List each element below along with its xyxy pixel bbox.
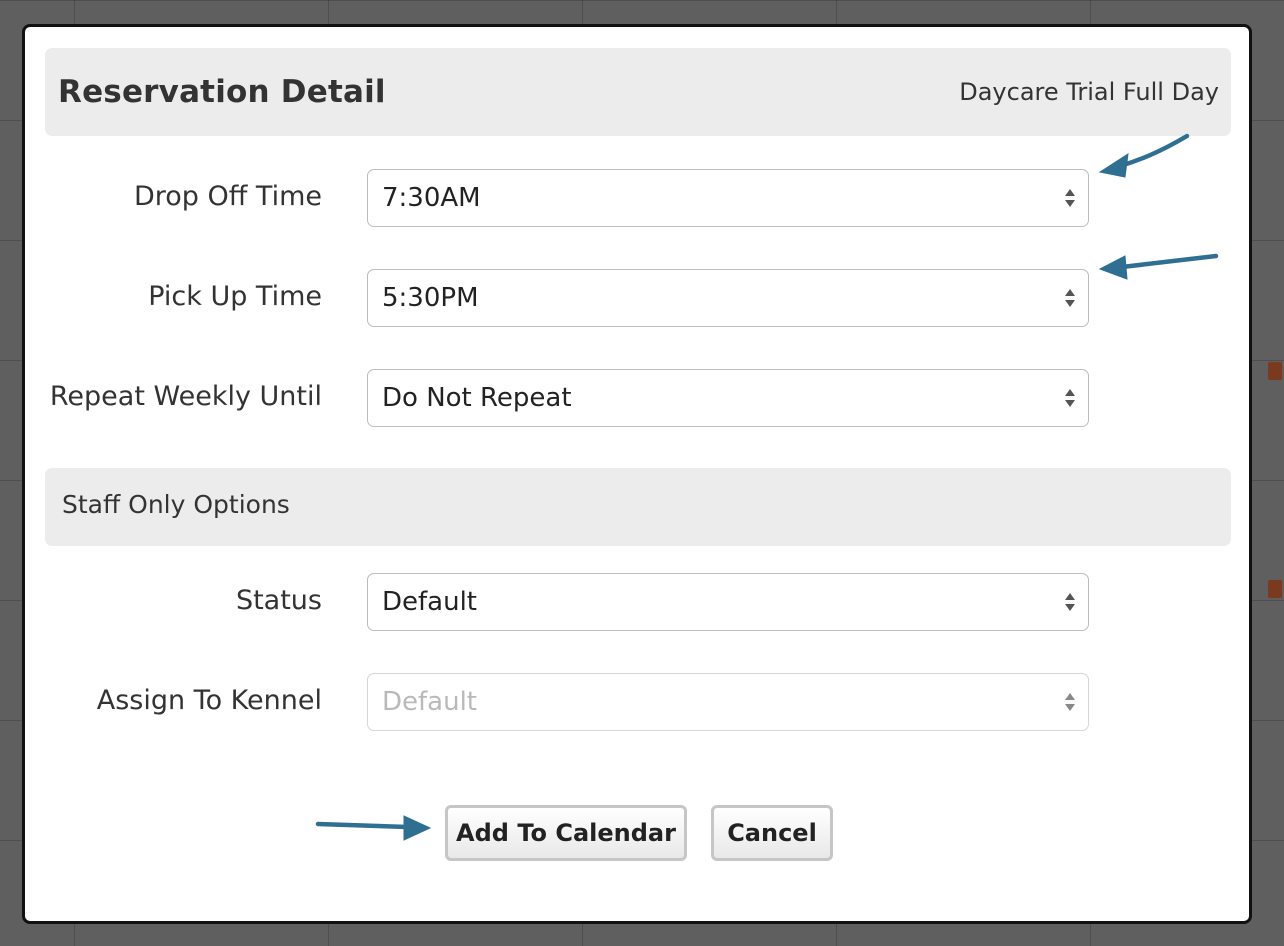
staff-options-title: Staff Only Options	[62, 490, 290, 519]
assign-kennel-value: Default	[382, 687, 477, 717]
repeat-weekly-label: Repeat Weekly Until	[49, 381, 322, 412]
updown-arrows-icon	[1065, 189, 1075, 207]
dialog-header: Reservation Detail Daycare Trial Full Da…	[45, 48, 1231, 136]
updown-arrows-icon	[1065, 289, 1075, 307]
pick-up-time-value: 5:30PM	[382, 283, 479, 313]
pick-up-time-label: Pick Up Time	[148, 281, 322, 312]
service-name: Daycare Trial Full Day	[959, 78, 1219, 106]
backdrop-event-chip	[1268, 362, 1282, 380]
dialog-title: Reservation Detail	[58, 74, 386, 110]
assign-kennel-label: Assign To Kennel	[96, 685, 322, 716]
updown-arrows-icon	[1065, 389, 1075, 407]
reservation-detail-dialog: Reservation Detail Daycare Trial Full Da…	[22, 24, 1252, 924]
repeat-weekly-select[interactable]: Do Not Repeat	[367, 369, 1089, 427]
updown-arrows-icon	[1065, 693, 1075, 711]
updown-arrows-icon	[1065, 593, 1075, 611]
status-select[interactable]: Default	[367, 573, 1089, 631]
cancel-button[interactable]: Cancel	[711, 805, 833, 861]
pick-up-time-select[interactable]: 5:30PM	[367, 269, 1089, 327]
drop-off-time-label: Drop Off Time	[133, 181, 322, 212]
assign-kennel-select: Default	[367, 673, 1089, 731]
repeat-weekly-value: Do Not Repeat	[382, 383, 572, 413]
status-label: Status	[235, 585, 322, 616]
add-to-calendar-button[interactable]: Add To Calendar	[445, 805, 687, 861]
drop-off-time-select[interactable]: 7:30AM	[367, 169, 1089, 227]
backdrop-event-chip	[1268, 580, 1282, 598]
status-value: Default	[382, 587, 477, 617]
drop-off-time-value: 7:30AM	[382, 183, 481, 213]
staff-options-section: Staff Only Options	[45, 468, 1231, 546]
